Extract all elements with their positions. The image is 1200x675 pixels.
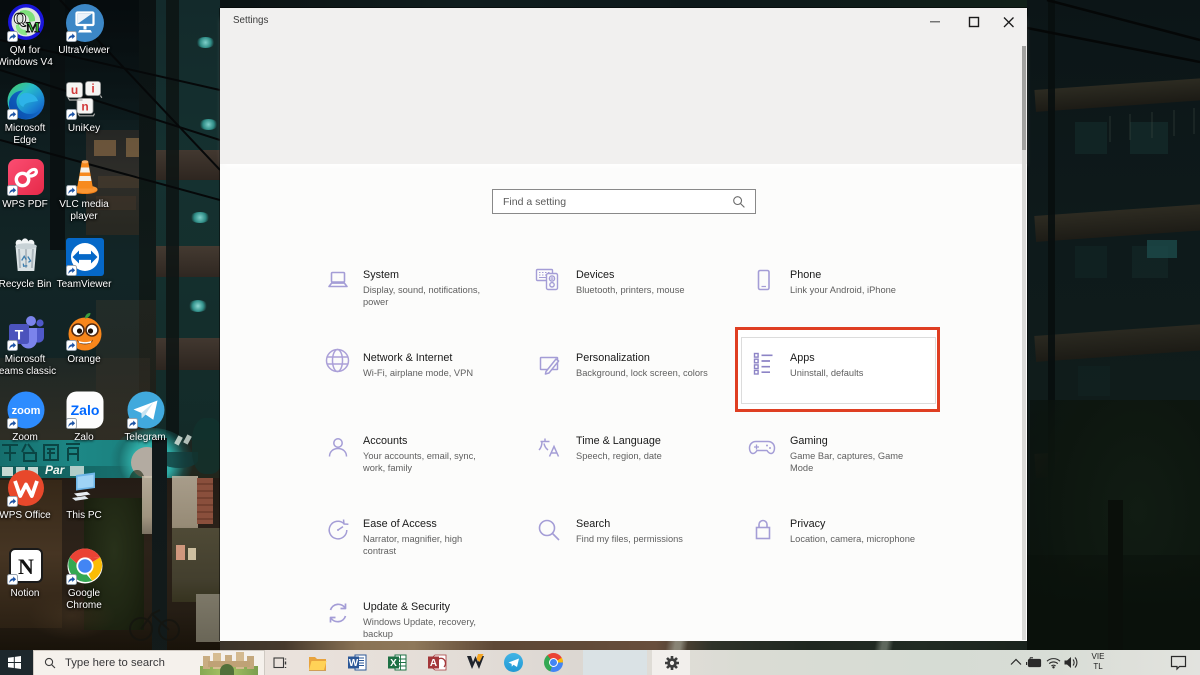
svg-text:W: W	[349, 658, 359, 669]
svg-text:Zalo: Zalo	[71, 402, 100, 418]
svg-text:u: u	[71, 83, 78, 97]
svg-text:M: M	[26, 20, 40, 36]
svg-text:A: A	[430, 658, 437, 669]
svg-text:i: i	[91, 82, 94, 96]
svg-text:n: n	[81, 100, 88, 114]
svg-text:N: N	[18, 554, 34, 579]
svg-text:X: X	[390, 658, 397, 669]
svg-text:zoom: zoom	[12, 405, 41, 417]
svg-text:Q: Q	[13, 9, 26, 28]
